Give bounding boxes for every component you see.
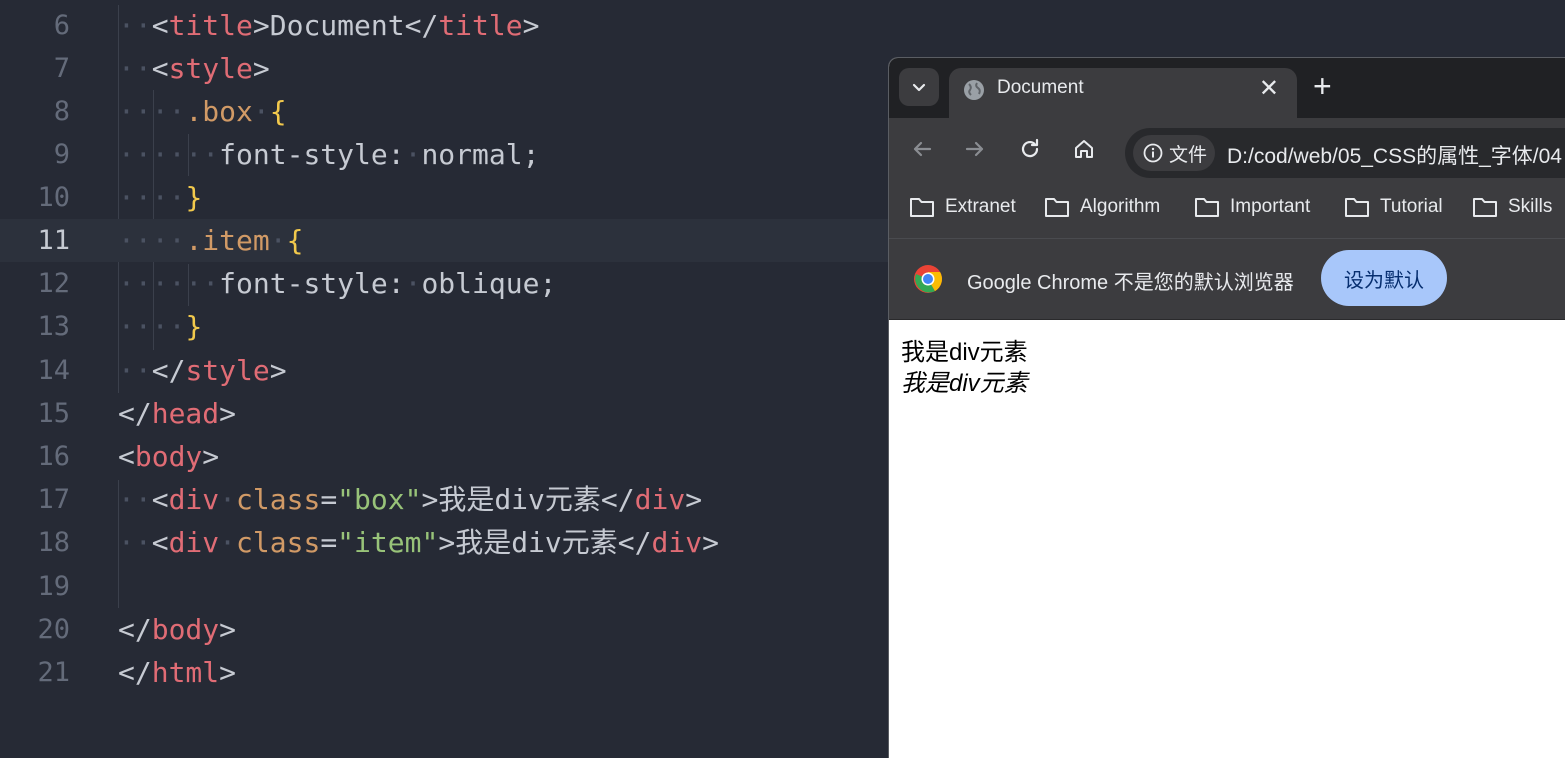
globe-icon	[964, 80, 984, 100]
code-text: </head>	[118, 397, 237, 430]
div-box: 我是div元素	[901, 339, 1028, 366]
tab-title: Document	[997, 77, 1084, 98]
bookmarks-bar: Extranet Algorithm Important Tutorial Sk…	[889, 180, 1565, 239]
code-text: ··<style>	[118, 52, 270, 85]
line-number: 8	[53, 96, 70, 127]
line-number: 15	[37, 398, 70, 429]
arrow-left-icon	[913, 141, 932, 157]
reload-button[interactable]	[1015, 134, 1045, 164]
code-line[interactable]: 6 ··<title>Document</title>	[0, 4, 1565, 47]
line-number: 19	[37, 571, 70, 602]
bookmark-tutorial[interactable]: Tutorial	[1344, 196, 1443, 218]
back-button[interactable]	[907, 134, 937, 164]
info-icon	[1143, 143, 1163, 163]
navigation-toolbar: 文件 D:/cod/web/05_CSS的属性_字体/04	[889, 118, 1565, 180]
line-number: 10	[37, 182, 70, 213]
reload-icon	[1021, 138, 1039, 158]
code-text: </body>	[118, 613, 237, 646]
address-bar[interactable]: 文件 D:/cod/web/05_CSS的属性_字体/04	[1125, 128, 1565, 178]
bookmark-label: Skills	[1508, 196, 1553, 217]
code-text: ····.box·{	[118, 95, 287, 128]
infobar-message: Google Chrome 不是您的默认浏览器	[967, 272, 1294, 294]
bookmark-label: Algorithm	[1080, 196, 1161, 217]
code-text: <body>	[118, 440, 220, 473]
tab-search-button[interactable]	[899, 68, 939, 106]
line-number: 6	[53, 10, 70, 41]
home-icon	[1075, 140, 1093, 158]
code-text: ····.item·{	[118, 224, 304, 257]
code-text: ······font-style:·normal;	[118, 138, 540, 171]
bookmark-algorithm[interactable]: Algorithm	[1044, 196, 1160, 218]
new-tab-button[interactable]: +	[1313, 70, 1332, 102]
bookmark-label: Tutorial	[1380, 196, 1443, 217]
page-viewport: 我是div元素 我是div元素	[889, 320, 1565, 758]
line-number: 13	[37, 311, 70, 342]
site-chip-label: 文件	[1169, 144, 1208, 166]
line-number: 12	[37, 268, 70, 299]
default-browser-infobar: Google Chrome 不是您的默认浏览器 设为默认	[889, 239, 1565, 320]
code-text: ··<div·class="box">我是div元素</div>	[118, 483, 703, 516]
line-number: 21	[37, 657, 70, 688]
code-text: ····}	[118, 310, 203, 343]
arrow-right-icon	[965, 141, 984, 157]
bookmark-label: Important	[1230, 196, 1311, 217]
chevron-down-icon	[912, 83, 926, 92]
browser-window: Document ✕ + 文件 D:/cod/web/05_CSS的属性_字体/…	[888, 57, 1565, 758]
folder-icon	[1345, 198, 1369, 217]
code-text: ··<title>Document</title>	[118, 9, 540, 42]
chrome-logo-icon	[914, 265, 942, 293]
forward-button[interactable]	[960, 134, 990, 164]
folder-icon	[1473, 198, 1497, 217]
code-text: ······font-style:·oblique;	[118, 267, 557, 300]
line-number: 20	[37, 614, 70, 645]
folder-icon	[1045, 198, 1069, 217]
bookmark-extranet[interactable]: Extranet	[909, 196, 1016, 218]
code-text: ··<div·class="item">我是div元素</div>	[118, 526, 719, 559]
bookmark-label: Extranet	[945, 196, 1016, 217]
folder-icon	[1195, 198, 1219, 217]
bookmark-skills[interactable]: Skills	[1472, 196, 1552, 218]
url-text: D:/cod/web/05_CSS的属性_字体/04	[1227, 145, 1562, 168]
line-number: 11	[37, 225, 70, 256]
code-text: </html>	[118, 656, 237, 689]
set-default-button[interactable]: 设为默认	[1321, 250, 1447, 306]
line-number: 7	[53, 53, 70, 84]
site-info-chip[interactable]: 文件	[1133, 135, 1215, 171]
line-number: 17	[37, 484, 70, 515]
line-number: 16	[37, 441, 70, 472]
code-text: ··</style>	[118, 354, 287, 387]
line-number: 9	[53, 139, 70, 170]
tab-document[interactable]: Document ✕	[949, 68, 1297, 118]
folder-icon	[910, 198, 934, 217]
tab-strip: Document ✕ +	[889, 58, 1565, 118]
line-number: 14	[37, 355, 70, 386]
home-button[interactable]	[1069, 134, 1099, 164]
tab-close-icon[interactable]: ✕	[1259, 74, 1279, 103]
line-number: 18	[37, 527, 70, 558]
div-item: 我是div元素	[901, 370, 1028, 397]
bookmark-important[interactable]: Important	[1194, 196, 1310, 218]
code-text: ····}	[118, 181, 203, 214]
